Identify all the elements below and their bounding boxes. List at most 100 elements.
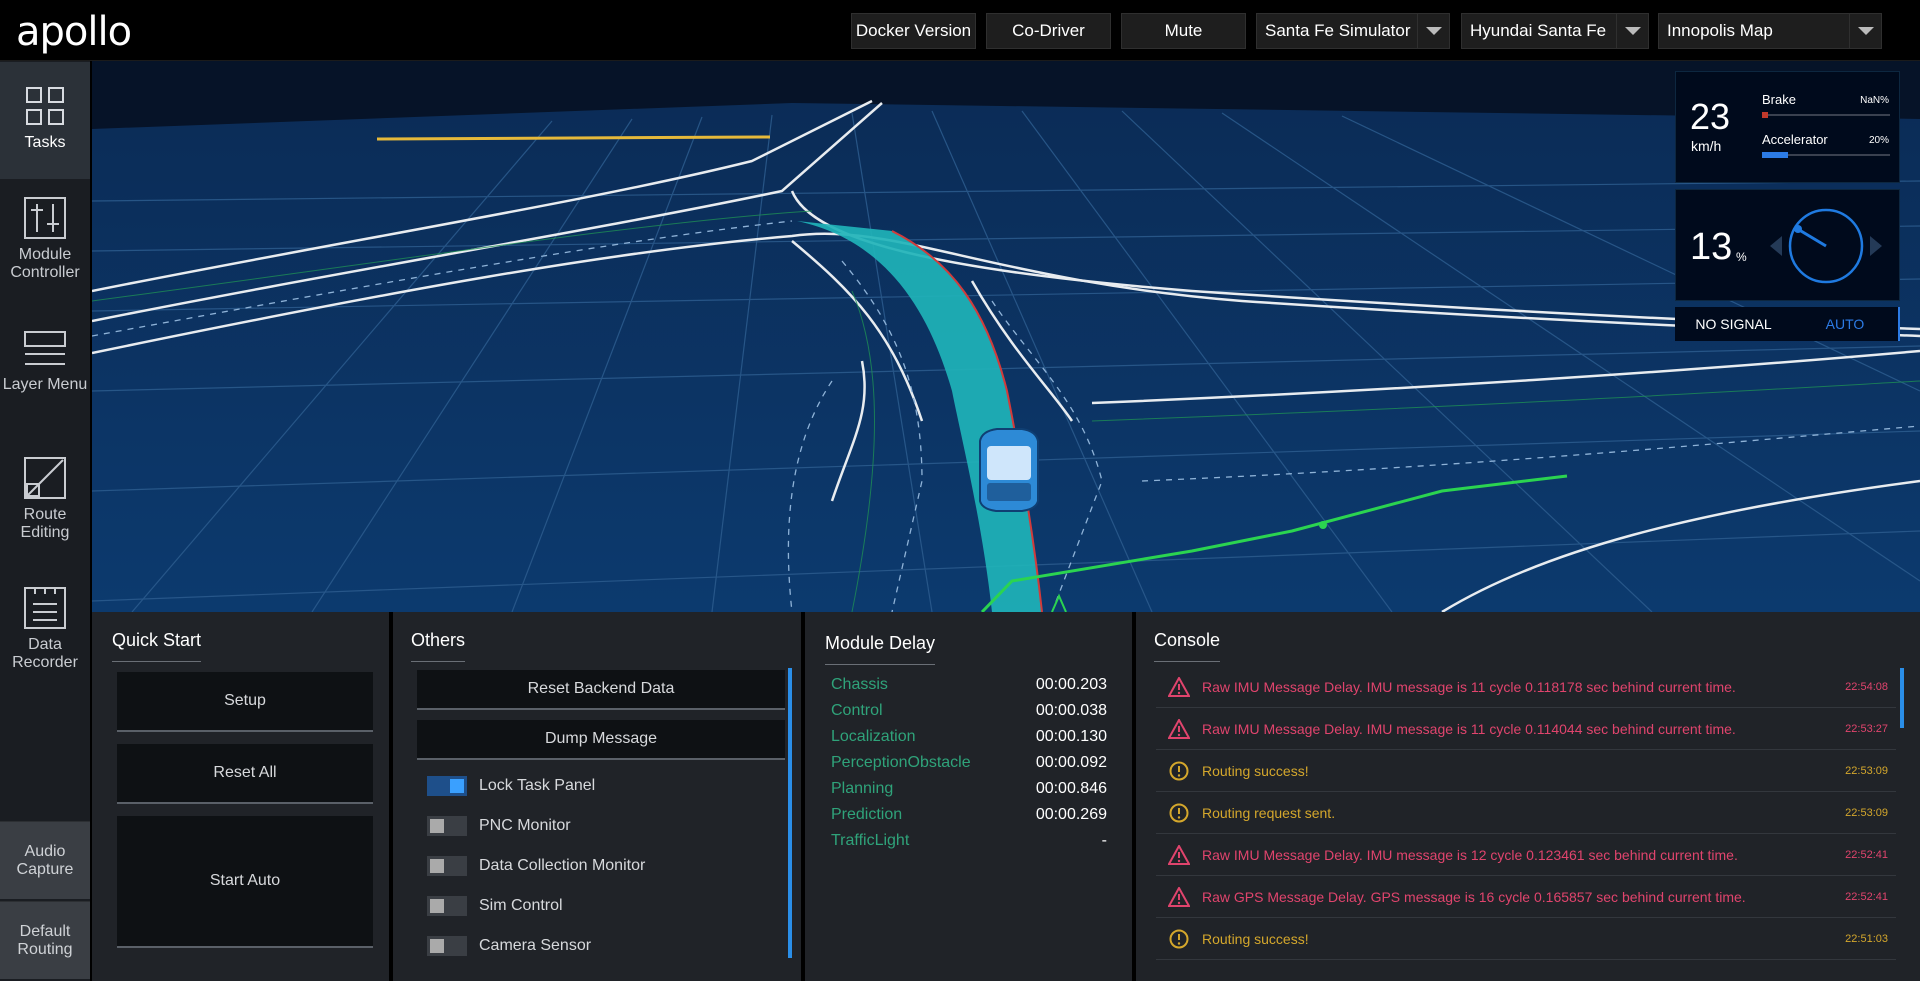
delay-value: 00:00.038 xyxy=(1035,702,1107,719)
delay-value: 00:00.846 xyxy=(1035,780,1107,797)
panel-title: Others xyxy=(411,630,466,662)
others-scrollbar[interactable] xyxy=(788,668,792,958)
console-message-time: 22:52:41 xyxy=(1845,890,1888,903)
sidebar-item-label: Tasks xyxy=(24,134,66,151)
chevron-down-icon xyxy=(1849,14,1881,48)
lock-task-panel-toggle[interactable]: Lock Task Panel xyxy=(427,774,595,798)
sidebar-item-label: Data Recorder xyxy=(12,636,78,671)
console-message-time: 22:51:03 xyxy=(1845,932,1888,945)
brake-bar-fill xyxy=(1762,112,1768,118)
top-bar: apollo Docker Version Co-Driver Mute San… xyxy=(0,0,1920,61)
module-name: Prediction xyxy=(831,806,903,823)
warning-triangle-icon xyxy=(1166,886,1192,908)
mute-button[interactable]: Mute xyxy=(1121,13,1246,49)
warning-triangle-icon xyxy=(1166,676,1192,698)
console-message-time: 22:53:09 xyxy=(1845,806,1888,819)
map-select-value: Innopolis Map xyxy=(1667,21,1773,40)
brake-bar xyxy=(1762,112,1890,118)
map-select[interactable]: Innopolis Map xyxy=(1658,13,1882,49)
console-message: Raw IMU Message Delay. IMU message is 11… xyxy=(1156,666,1896,708)
delay-row-localization: Localization 00:00.130 xyxy=(831,724,1107,750)
toggle-switch[interactable] xyxy=(427,776,467,796)
steering-value: 13 xyxy=(1690,226,1733,268)
camera-sensor-toggle[interactable]: Camera Sensor xyxy=(427,934,591,958)
setup-button[interactable]: Setup xyxy=(117,672,373,732)
console-scrollbar[interactable] xyxy=(1900,668,1904,728)
layers-icon xyxy=(24,331,66,365)
apollo-logo: apollo xyxy=(16,9,132,55)
console-message: Routing success! 22:53:09 xyxy=(1156,750,1896,792)
vehicle-select-value: Hyundai Santa Fe xyxy=(1470,21,1607,40)
info-circle-icon xyxy=(1166,928,1192,950)
sidebar-item-route-editing[interactable]: Route Editing xyxy=(0,456,90,576)
delay-value: 00:00.203 xyxy=(1035,676,1107,693)
audio-capture-button[interactable]: Audio Capture xyxy=(0,821,90,899)
toggle-switch[interactable] xyxy=(427,896,467,916)
start-auto-button[interactable]: Start Auto xyxy=(117,816,373,948)
warning-triangle-icon xyxy=(1166,844,1192,866)
delay-row-perception: PerceptionObstacle 00:00.092 xyxy=(831,750,1107,776)
route-edit-icon xyxy=(24,457,66,499)
toggle-label: PNC Monitor xyxy=(479,817,571,834)
console-message-time: 22:53:09 xyxy=(1845,764,1888,777)
info-circle-icon xyxy=(1166,760,1192,782)
route-point xyxy=(1319,521,1327,529)
default-routing-button[interactable]: Default Routing xyxy=(0,901,90,979)
reset-backend-data-button[interactable]: Reset Backend Data xyxy=(417,670,785,710)
module-name: Localization xyxy=(831,728,916,745)
sliders-icon xyxy=(24,197,66,239)
steering-unit: % xyxy=(1736,250,1747,264)
data-collection-monitor-toggle[interactable]: Data Collection Monitor xyxy=(427,854,645,878)
docker-version-button[interactable]: Docker Version xyxy=(851,13,976,49)
info-circle-icon xyxy=(1166,802,1192,824)
accelerator-bar xyxy=(1762,152,1890,158)
sidebar-item-module-controller[interactable]: Module Controller xyxy=(0,196,90,316)
toggle-label: Sim Control xyxy=(479,897,563,914)
turn-signal-status: NO SIGNAL xyxy=(1675,307,1792,341)
toggle-switch[interactable] xyxy=(427,816,467,836)
sidebar-item-label: Module Controller xyxy=(10,246,80,281)
sidebar: Tasks Module Controller Layer Menu Route… xyxy=(0,61,90,981)
sidebar-item-data-recorder[interactable]: Data Recorder xyxy=(0,586,90,706)
others-panel: Others Reset Backend Data Dump Message L… xyxy=(393,612,801,981)
delay-row-control: Control 00:00.038 xyxy=(831,698,1107,724)
console-message-text: Raw IMU Message Delay. IMU message is 11… xyxy=(1202,720,1736,737)
module-name: PerceptionObstacle xyxy=(831,754,971,771)
delay-value: 00:00.130 xyxy=(1035,728,1107,745)
pnc-monitor-toggle[interactable]: PNC Monitor xyxy=(427,814,571,838)
sidebar-item-layer-menu[interactable]: Layer Menu xyxy=(0,326,90,446)
mode-select-value: Santa Fe Simulator xyxy=(1265,21,1411,40)
brake-value: NaN% xyxy=(1860,95,1889,106)
dump-message-button[interactable]: Dump Message xyxy=(417,720,785,760)
accelerator-value: 20% xyxy=(1868,135,1889,146)
scene-view[interactable]: 23 km/h Brake NaN% Accelerator 20% 13 % … xyxy=(92,61,1920,612)
toggle-switch[interactable] xyxy=(427,936,467,956)
panel-title: Module Delay xyxy=(825,633,936,665)
console-message-text: Routing success! xyxy=(1202,930,1309,947)
console-message: Raw GPS Message Delay. GPS message is 16… xyxy=(1156,876,1896,918)
reset-all-button[interactable]: Reset All xyxy=(117,744,373,804)
steering-wheel-icon xyxy=(1770,208,1882,284)
recorder-icon xyxy=(24,587,66,629)
console-message-time: 22:53:27 xyxy=(1845,722,1888,735)
co-driver-button[interactable]: Co-Driver xyxy=(986,13,1111,49)
vehicle-select[interactable]: Hyundai Santa Fe xyxy=(1461,13,1649,49)
quick-start-panel: Quick Start Setup Reset All Start Auto xyxy=(92,612,389,981)
brake-label: Brake xyxy=(1762,92,1796,107)
toggle-switch[interactable] xyxy=(427,856,467,876)
speed-unit: km/h xyxy=(1691,138,1722,154)
module-name: Chassis xyxy=(831,676,888,693)
delay-value: 00:00.092 xyxy=(1035,754,1107,771)
module-name: TrafficLight xyxy=(831,832,910,849)
console-message-text: Routing success! xyxy=(1202,762,1309,779)
sim-control-toggle[interactable]: Sim Control xyxy=(427,894,563,918)
sidebar-item-tasks[interactable]: Tasks xyxy=(0,62,90,179)
mode-select[interactable]: Santa Fe Simulator xyxy=(1256,13,1450,49)
delay-row-chassis: Chassis 00:00.203 xyxy=(831,672,1107,698)
console-message-text: Raw IMU Message Delay. IMU message is 12… xyxy=(1202,846,1738,863)
module-name: Planning xyxy=(831,780,894,797)
toggle-label: Lock Task Panel xyxy=(479,777,596,794)
sidebar-item-label: Layer Menu xyxy=(2,376,88,393)
console-message-text: Raw GPS Message Delay. GPS message is 16… xyxy=(1202,888,1746,905)
console-message-time: 22:54:08 xyxy=(1845,680,1888,693)
